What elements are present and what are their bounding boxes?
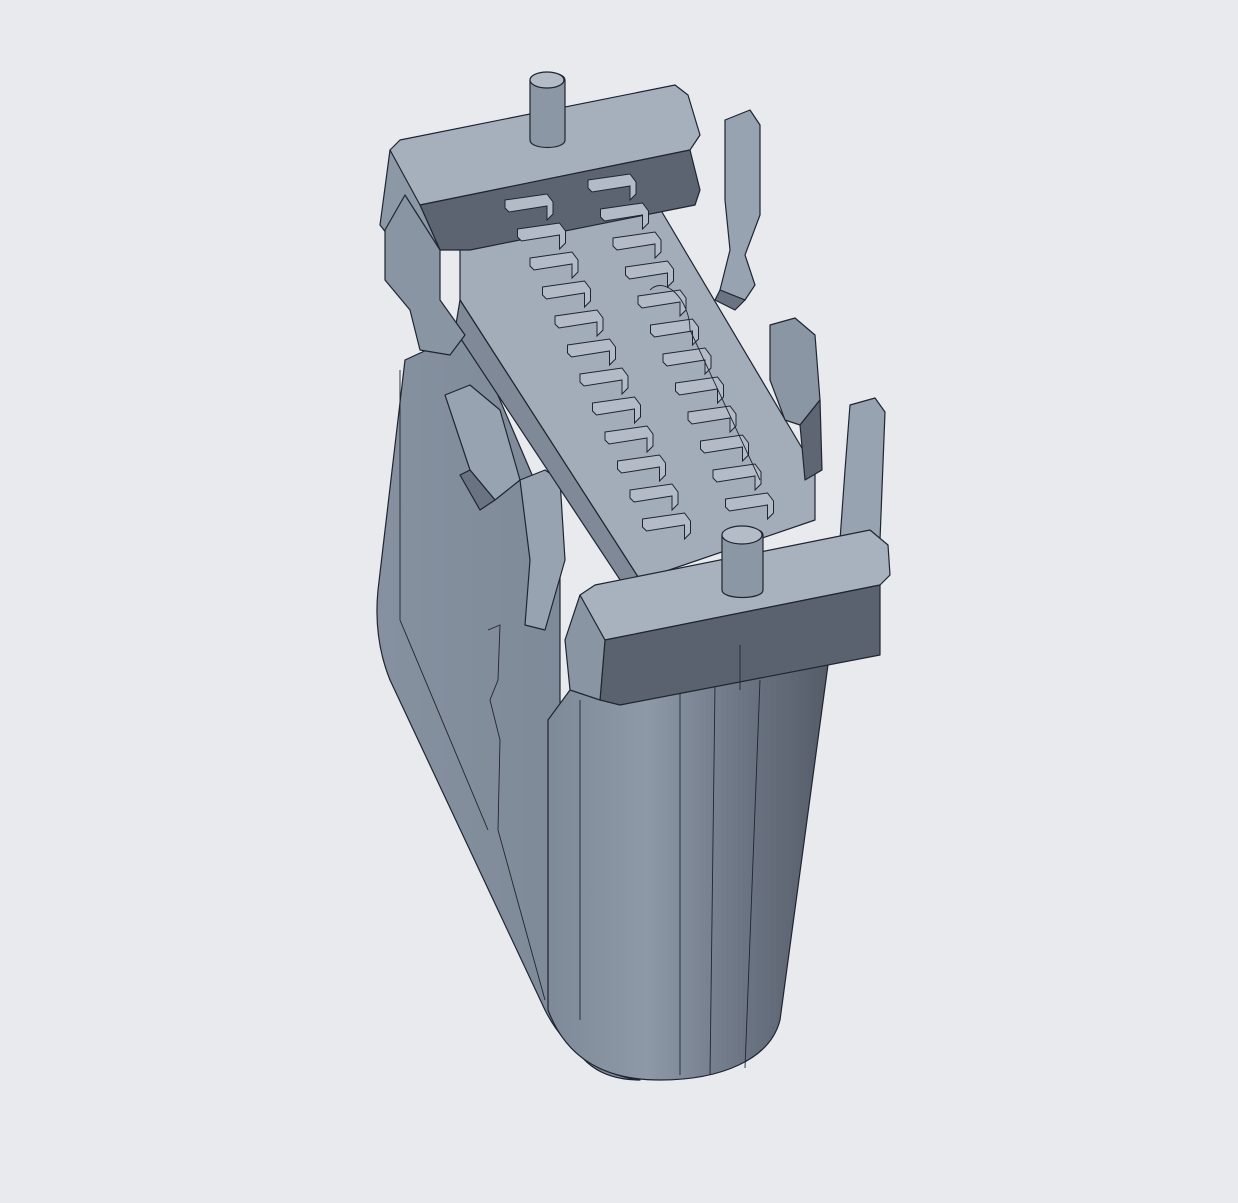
hook-rear-right: [719, 109, 761, 301]
connector-model: [376, 71, 891, 1081]
shell-front-face: [547, 649, 831, 1081]
hook-front-right: [839, 397, 886, 551]
cad-viewport[interactable]: [0, 0, 1238, 1203]
